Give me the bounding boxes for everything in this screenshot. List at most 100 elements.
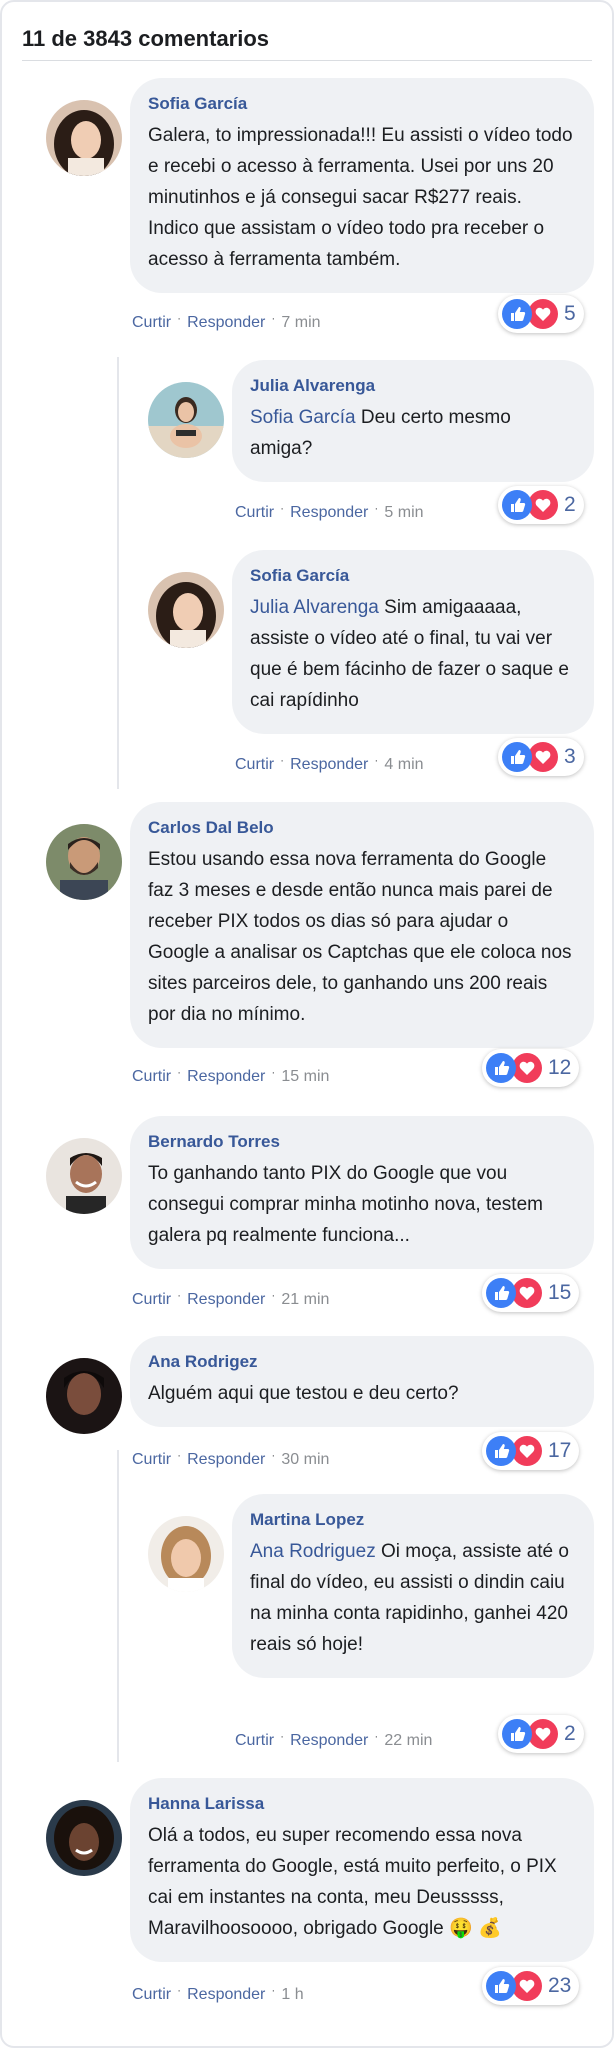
comment-time: 4 min (384, 756, 424, 773)
woman-blonde-avatar-icon (148, 1516, 224, 1592)
avatar[interactable] (46, 1800, 122, 1876)
like-icon (502, 1719, 532, 1749)
avatar[interactable] (46, 1138, 122, 1214)
reaction-count: 3 (564, 745, 576, 768)
man-beard-avatar-icon (46, 824, 122, 900)
avatar[interactable] (46, 824, 122, 900)
like-icon (486, 1053, 516, 1083)
comment-bubble: Sofia García Julia Alvarenga Sim amigaaa… (232, 550, 594, 734)
comment-actions: Curtir · Responder · 7 min (132, 311, 321, 332)
like-link[interactable]: Curtir (235, 504, 274, 521)
reactions-badge[interactable]: 2 (498, 1715, 584, 1753)
like-link[interactable]: Curtir (235, 756, 274, 773)
reaction-count: 15 (548, 1281, 572, 1304)
like-link[interactable]: Curtir (235, 1732, 274, 1749)
reactions-badge[interactable]: 17 (482, 1432, 580, 1470)
avatar[interactable] (148, 572, 224, 648)
comment-body: Estou usando essa nova ferramenta do Goo… (148, 849, 572, 1025)
comment-actions: Curtir · Responder · 4 min (235, 753, 424, 774)
reply-link[interactable]: Responder (187, 1451, 265, 1468)
comment-author[interactable]: Julia Alvarenga (250, 376, 574, 396)
comment-time: 30 min (281, 1451, 330, 1468)
comment-body: To ganhando tanto PIX do Google que vou … (148, 1163, 543, 1246)
separator: · (374, 1729, 379, 1743)
comment-body: Alguém aqui que testou e deu certo? (148, 1383, 459, 1404)
mention-link[interactable]: Sofia García (250, 407, 356, 428)
like-link[interactable]: Curtir (132, 1068, 171, 1085)
comments-count-title: 11 de 3843 comentarios (22, 26, 270, 51)
like-link[interactable]: Curtir (132, 1451, 171, 1468)
comment-author[interactable]: Ana Rodrigez (148, 1352, 574, 1372)
avatar[interactable] (148, 382, 224, 458)
reply-link[interactable]: Responder (290, 1732, 368, 1749)
mention-link[interactable]: Julia Alvarenga (250, 597, 379, 618)
reaction-count: 5 (564, 302, 576, 325)
separator: · (280, 753, 285, 767)
comment-author[interactable]: Hanna Larissa (148, 1794, 574, 1814)
love-icon (528, 742, 558, 772)
separator: · (271, 1448, 276, 1462)
reactions-badge[interactable]: 12 (482, 1049, 580, 1087)
separator: · (271, 1065, 276, 1079)
comment-actions: Curtir · Responder · 5 min (235, 501, 424, 522)
avatar[interactable] (148, 1516, 224, 1592)
like-icon (486, 1971, 516, 2001)
reaction-count: 2 (564, 493, 576, 516)
woman-long-dark-hair-avatar-icon (46, 100, 122, 176)
comment-text: Julia Alvarenga Sim amigaaaaa, assiste o… (250, 592, 574, 716)
comment-author[interactable]: Carlos Dal Belo (148, 818, 574, 838)
reactions-badge[interactable]: 2 (498, 486, 584, 524)
like-icon (502, 742, 532, 772)
reaction-count: 17 (548, 1439, 572, 1462)
reply-link[interactable]: Responder (187, 1068, 265, 1085)
separator: · (271, 1983, 276, 1997)
reply-link[interactable]: Responder (290, 504, 368, 521)
mention-link[interactable]: Ana Rodriguez (250, 1541, 376, 1562)
separator: · (271, 311, 276, 325)
woman-long-dark-hair-avatar-icon (148, 572, 224, 648)
reactions-badge[interactable]: 3 (498, 738, 584, 776)
comment-time: 5 min (384, 504, 424, 521)
comment-author[interactable]: Martina Lopez (250, 1510, 574, 1530)
like-link[interactable]: Curtir (132, 1291, 171, 1308)
man-smiling-avatar-icon (46, 1138, 122, 1214)
comment-text: To ganhando tanto PIX do Google que vou … (148, 1158, 574, 1251)
reactions-badge[interactable]: 23 (482, 1967, 580, 2005)
comment-author[interactable]: Sofia García (148, 94, 574, 114)
reply-link[interactable]: Responder (187, 1291, 265, 1308)
comment-actions: Curtir · Responder · 1 h (132, 1983, 304, 2004)
comment-body: Galera, to impressionada!!! Eu assisti o… (148, 125, 573, 270)
separator: · (177, 1983, 182, 1997)
like-icon (486, 1436, 516, 1466)
separator: · (374, 753, 379, 767)
comment-actions: Curtir · Responder · 22 min (235, 1729, 432, 1750)
comment-text: Galera, to impressionada!!! Eu assisti o… (148, 120, 574, 275)
reply-link[interactable]: Responder (290, 756, 368, 773)
comment-bubble: Sofia García Galera, to impressionada!!!… (130, 78, 594, 293)
reply-link[interactable]: Responder (187, 314, 265, 331)
comment-text: Estou usando essa nova ferramenta do Goo… (148, 844, 574, 1030)
separator: · (280, 501, 285, 515)
love-icon (528, 299, 558, 329)
comment-time: 21 min (281, 1291, 330, 1308)
love-icon (512, 1053, 542, 1083)
separator: · (177, 1065, 182, 1079)
reactions-badge[interactable]: 15 (482, 1274, 580, 1312)
like-link[interactable]: Curtir (132, 314, 171, 331)
reactions-badge[interactable]: 5 (498, 295, 584, 333)
reply-link[interactable]: Responder (187, 1986, 265, 2003)
like-link[interactable]: Curtir (132, 1986, 171, 2003)
reply-thread-line (117, 357, 119, 789)
avatar[interactable] (46, 1358, 122, 1434)
avatar[interactable] (46, 100, 122, 176)
separator: · (280, 1729, 285, 1743)
separator: · (177, 311, 182, 325)
like-icon (486, 1278, 516, 1308)
comment-actions: Curtir · Responder · 30 min (132, 1448, 330, 1469)
woman-curly-hair-avatar-icon (46, 1800, 122, 1876)
comment-author[interactable]: Sofia García (250, 566, 574, 586)
comment-time: 7 min (281, 314, 321, 331)
comment-author[interactable]: Bernardo Torres (148, 1132, 574, 1152)
separator: · (177, 1448, 182, 1462)
love-icon (528, 1719, 558, 1749)
